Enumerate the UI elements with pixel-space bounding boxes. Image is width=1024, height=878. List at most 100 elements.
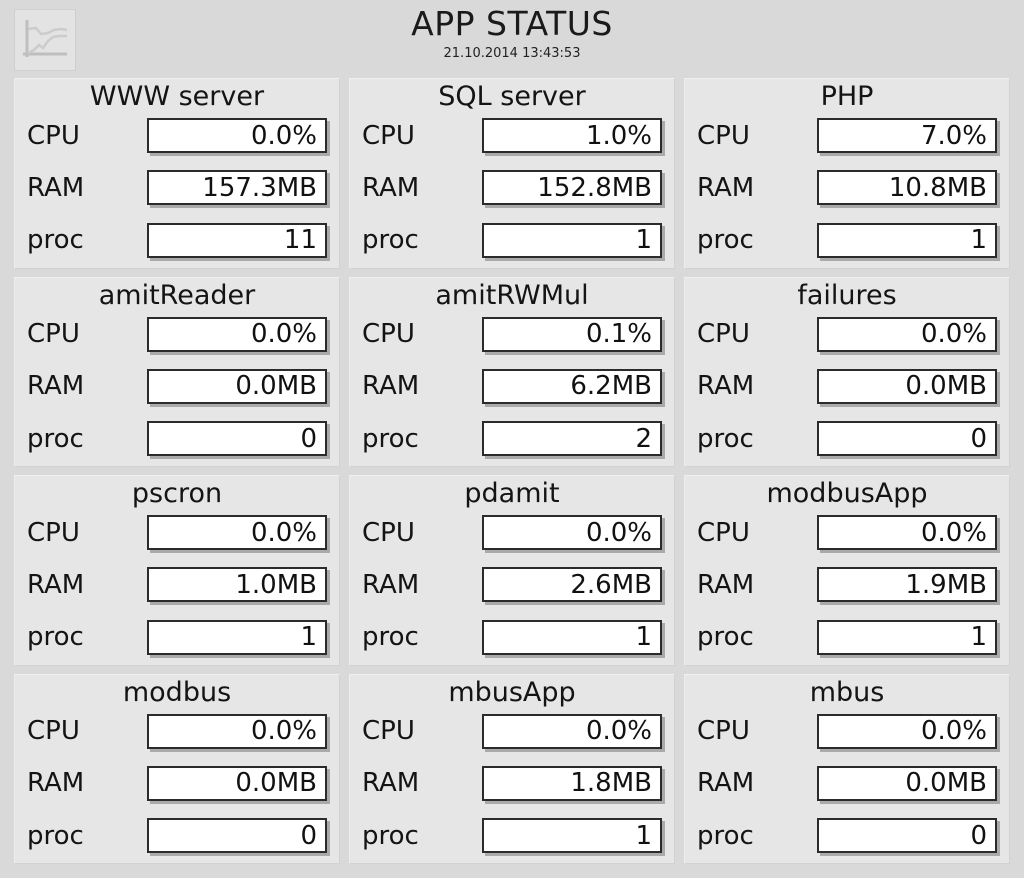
metric-row-cpu: CPU 1.0%	[362, 116, 662, 155]
metric-value-cpu[interactable]: 0.0%	[147, 515, 327, 550]
metric-label-proc: proc	[362, 622, 419, 652]
panel-metrics: CPU 0.0% RAM 0.0MB proc 0	[27, 315, 327, 461]
metric-label-ram: RAM	[697, 371, 755, 402]
metric-value-cpu[interactable]: 0.0%	[817, 316, 997, 352]
metric-row-ram: RAM 1.8MB	[362, 764, 662, 803]
panel-title: amitRWMul	[435, 279, 589, 311]
metric-value-proc[interactable]: 0	[817, 818, 997, 853]
metric-row-proc: proc 1	[27, 618, 327, 657]
panel-title: mbus	[809, 676, 885, 708]
metric-value-proc[interactable]: 1	[482, 619, 662, 655]
metric-value-proc[interactable]: 1	[482, 818, 662, 853]
metric-row-cpu: CPU 0.0%	[362, 712, 662, 751]
metric-row-ram: RAM 0.0MB	[27, 764, 327, 803]
metric-label-proc: proc	[697, 225, 754, 255]
metric-label-cpu: CPU	[362, 120, 415, 151]
metric-label-cpu: CPU	[27, 716, 80, 746]
status-panel[interactable]: WWW server CPU 0.0% RAM 157.3MB proc 11	[14, 78, 340, 269]
metric-value-ram[interactable]: 0.0MB	[817, 368, 997, 404]
metric-row-proc: proc 0	[697, 419, 997, 458]
metric-row-proc: proc 11	[27, 221, 327, 260]
metric-label-proc: proc	[27, 820, 84, 851]
metric-value-proc[interactable]: 2	[482, 421, 662, 456]
panel-metrics: CPU 1.0% RAM 152.8MB proc 1	[362, 116, 662, 262]
metric-label-proc: proc	[697, 622, 754, 652]
metric-row-cpu: CPU 0.0%	[27, 315, 327, 354]
metric-value-cpu[interactable]: 7.0%	[817, 118, 997, 153]
metric-value-cpu[interactable]: 0.0%	[482, 713, 662, 749]
metric-value-ram[interactable]: 1.9MB	[817, 567, 997, 603]
metric-value-cpu[interactable]: 0.0%	[147, 713, 327, 749]
metric-value-ram[interactable]: 152.8MB	[482, 170, 662, 206]
panel-metrics: CPU 0.0% RAM 1.0MB proc 1	[27, 513, 327, 659]
metric-label-ram: RAM	[362, 371, 420, 402]
status-panel[interactable]: amitRWMul CPU 0.1% RAM 6.2MB proc 2	[349, 276, 675, 467]
status-panel[interactable]: mbus CPU 0.0% RAM 0.0MB proc 0	[684, 673, 1010, 864]
metric-value-ram[interactable]: 2.6MB	[482, 567, 662, 603]
metric-row-proc: proc 0	[27, 816, 327, 855]
status-panel[interactable]: pscron CPU 0.0% RAM 1.0MB proc 1	[14, 475, 340, 666]
metric-value-cpu[interactable]: 0.0%	[147, 118, 327, 153]
metric-value-cpu[interactable]: 1.0%	[482, 118, 662, 153]
metric-label-ram: RAM	[697, 569, 755, 600]
status-panel[interactable]: pdamit CPU 0.0% RAM 2.6MB proc 1	[349, 475, 675, 666]
page-title: APP STATUS	[411, 4, 613, 43]
panel-title: WWW server	[89, 81, 265, 112]
metric-value-proc[interactable]: 1	[817, 222, 997, 258]
status-panel[interactable]: PHP CPU 7.0% RAM 10.8MB proc 1	[684, 78, 1010, 269]
metric-row-cpu: CPU 0.0%	[27, 712, 327, 751]
metric-label-cpu: CPU	[27, 319, 80, 349]
metric-row-cpu: CPU 0.0%	[697, 513, 997, 552]
metric-row-cpu: CPU 7.0%	[697, 116, 997, 155]
status-panel[interactable]: mbusApp CPU 0.0% RAM 1.8MB proc 1	[349, 673, 675, 864]
metric-value-ram[interactable]: 0.0MB	[147, 765, 327, 801]
status-panel[interactable]: failures CPU 0.0% RAM 0.0MB proc 0	[684, 276, 1010, 467]
status-panel[interactable]: SQL server CPU 1.0% RAM 152.8MB proc 1	[349, 78, 675, 269]
metric-label-ram: RAM	[362, 569, 420, 600]
metric-value-proc[interactable]: 1	[147, 619, 327, 655]
metric-value-ram[interactable]: 157.3MB	[147, 170, 327, 206]
metric-value-ram[interactable]: 1.8MB	[482, 765, 662, 801]
metric-row-ram: RAM 0.0MB	[697, 764, 997, 803]
metric-value-proc[interactable]: 1	[482, 222, 662, 258]
metric-row-cpu: CPU 0.0%	[697, 315, 997, 354]
metric-label-proc: proc	[697, 423, 754, 454]
metric-row-ram: RAM 0.0MB	[27, 367, 327, 406]
app-status-window: APP STATUS 21.10.2014 13:43:53 WWW serve…	[0, 0, 1024, 878]
metric-row-proc: proc 1	[362, 618, 662, 657]
metric-row-ram: RAM 6.2MB	[362, 367, 662, 406]
panel-metrics: CPU 0.0% RAM 2.6MB proc 1	[362, 513, 662, 659]
metric-value-cpu[interactable]: 0.0%	[147, 316, 327, 352]
metric-label-proc: proc	[697, 820, 754, 851]
metric-row-proc: proc 0	[697, 816, 997, 855]
timestamp: 21.10.2014 13:43:53	[443, 46, 581, 61]
metric-value-proc[interactable]: 11	[147, 222, 327, 258]
panel-title: failures	[797, 279, 897, 311]
metric-value-ram[interactable]: 1.0MB	[147, 567, 327, 603]
metric-row-ram: RAM 152.8MB	[362, 168, 662, 207]
panel-metrics: CPU 0.0% RAM 157.3MB proc 11	[27, 116, 327, 262]
metric-row-ram: RAM 1.9MB	[697, 565, 997, 604]
status-panel[interactable]: modbusApp CPU 0.0% RAM 1.9MB proc 1	[684, 475, 1010, 666]
status-panel[interactable]: amitReader CPU 0.0% RAM 0.0MB proc 0	[14, 276, 340, 467]
metric-value-cpu[interactable]: 0.0%	[817, 713, 997, 749]
metric-value-proc[interactable]: 1	[817, 619, 997, 655]
status-panel-grid: WWW server CPU 0.0% RAM 157.3MB proc 11 …	[0, 78, 1024, 878]
metric-label-proc: proc	[362, 225, 419, 255]
metric-value-cpu[interactable]: 0.0%	[482, 515, 662, 550]
panel-title: PHP	[820, 81, 874, 112]
metric-label-cpu: CPU	[697, 319, 750, 349]
panel-metrics: CPU 7.0% RAM 10.8MB proc 1	[697, 116, 997, 262]
metric-value-ram[interactable]: 0.0MB	[817, 765, 997, 801]
metric-value-cpu[interactable]: 0.0%	[817, 515, 997, 550]
metric-value-ram[interactable]: 0.0MB	[147, 368, 327, 404]
metric-value-ram[interactable]: 10.8MB	[817, 170, 997, 206]
metric-value-proc[interactable]: 0	[147, 818, 327, 853]
metric-value-proc[interactable]: 0	[817, 421, 997, 456]
metric-value-proc[interactable]: 0	[147, 421, 327, 456]
metric-value-ram[interactable]: 6.2MB	[482, 368, 662, 404]
status-panel[interactable]: modbus CPU 0.0% RAM 0.0MB proc 0	[14, 673, 340, 864]
metric-value-cpu[interactable]: 0.1%	[482, 316, 662, 352]
panel-title: pdamit	[464, 478, 560, 509]
panel-metrics: CPU 0.0% RAM 0.0MB proc 0	[697, 315, 997, 461]
